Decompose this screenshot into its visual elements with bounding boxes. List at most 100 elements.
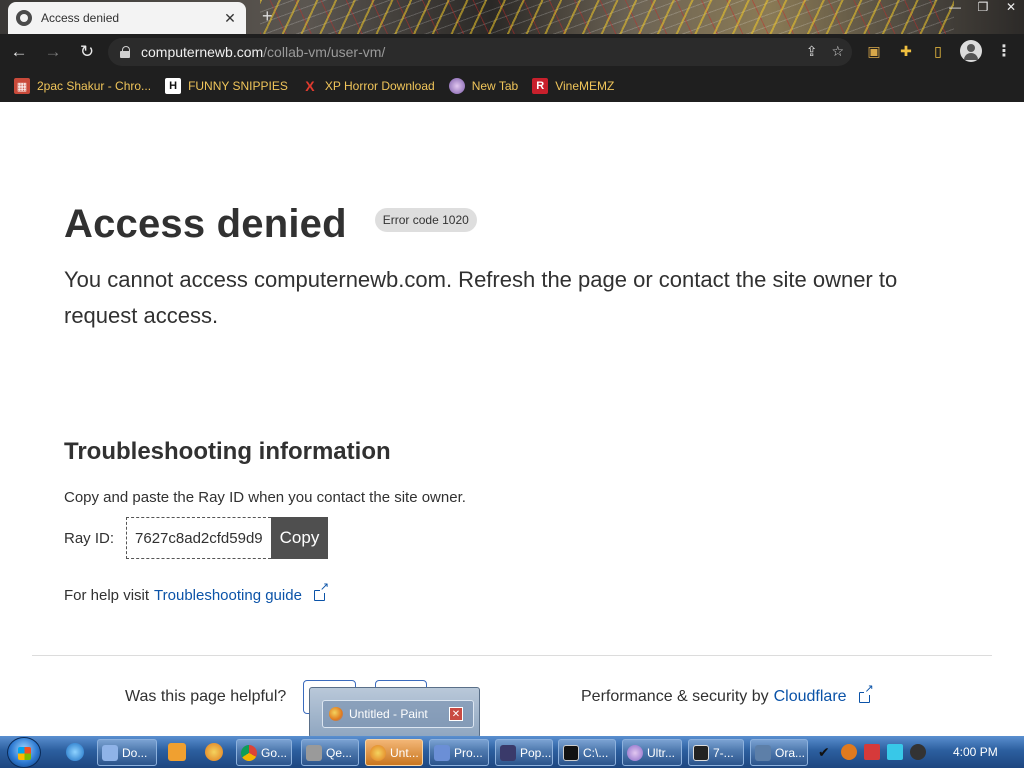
tray-flag-icon[interactable] [864, 744, 880, 760]
back-icon[interactable]: ← [4, 37, 34, 67]
taskbar-label: Pop... [520, 745, 552, 760]
taskbar-label: Qe... [326, 745, 353, 760]
tray-check-icon[interactable]: ✔ [818, 744, 834, 760]
help-prefix: For help visit [64, 587, 150, 604]
document-icon [102, 744, 118, 761]
theme-background [260, 0, 954, 34]
command-prompt-icon [563, 744, 579, 761]
qemu-icon [306, 744, 322, 761]
profile-avatar-icon[interactable] [960, 40, 982, 62]
paint-quicklaunch-icon[interactable] [205, 743, 223, 761]
windows-taskbar: Do... Go... Qe... Unt... Pro... Pop... C… [0, 736, 1024, 768]
bookmark-r-icon: R [532, 78, 549, 94]
program-icon [434, 744, 450, 761]
taskbar-label: Unt... [390, 745, 419, 760]
bookmark-label: XP Horror Download [324, 79, 435, 93]
bookmark-funny-snippies[interactable]: H FUNNY SNIPPIES [165, 78, 288, 94]
bookmark-x-icon: X [305, 78, 315, 94]
thumbnail-close-icon[interactable]: ✕ [449, 707, 463, 721]
virtualbox-icon [755, 744, 771, 761]
ultra-icon [627, 744, 643, 761]
external-link-icon[interactable] [858, 683, 874, 703]
tray-monitor-icon[interactable] [887, 744, 903, 760]
tab-favicon-icon [16, 10, 32, 26]
ray-id-label: Ray ID: [64, 529, 115, 547]
media-player-icon[interactable] [168, 743, 186, 761]
url-text[interactable]: computernewb.com/collab-vm/user-vm/ [141, 44, 385, 60]
thumbnail-title: Untitled - Paint [349, 707, 428, 721]
taskbar-thumbnail-preview[interactable]: Untitled - Paint ✕ [309, 687, 480, 738]
bookmark-label: 2pac Shakur - Chro... [37, 79, 152, 93]
ray-id-row: Ray ID: 7627c8ad2cfd59d9 Copy [64, 517, 329, 559]
taskbar-label: Pro... [454, 745, 483, 760]
error-code-badge: Error code 1020 [374, 207, 477, 232]
bookmark-label: New Tab [471, 79, 519, 93]
bookmark-xp-horror[interactable]: X XP Horror Download [302, 78, 435, 94]
tray-search-icon[interactable] [841, 744, 857, 760]
bookmark-label: FUNNY SNIPPIES [188, 79, 288, 93]
taskbar-button-oracle[interactable]: Ora... [750, 739, 808, 766]
taskbar-label: Ora... [775, 745, 806, 760]
taskbar-button-qemu[interactable]: Qe... [301, 739, 359, 766]
taskbar-button-paint[interactable]: Unt... [365, 739, 423, 766]
browser-titlebar: Access denied ✕ + — ❐ ✕ [0, 0, 1024, 34]
extension-dog-icon[interactable]: ▣ [864, 41, 884, 61]
taskbar-label: C:\... [583, 745, 609, 760]
side-panel-icon[interactable]: ▯ [928, 41, 948, 61]
bookmark-image-icon: ▦ [14, 78, 30, 94]
close-window-icon[interactable]: ✕ [1004, 0, 1018, 14]
taskbar-label: Go... [261, 745, 288, 760]
window-controls: — ❐ ✕ [948, 0, 1018, 14]
taskbar-button-7zip[interactable]: 7-... [688, 739, 744, 766]
paint-icon [329, 707, 343, 721]
troubleshooting-guide-link[interactable]: Troubleshooting guide [154, 587, 302, 604]
performance-credit: Performance & security by Cloudflare [581, 683, 874, 706]
url-host: computernewb.com [141, 44, 264, 60]
tab-close-icon[interactable]: ✕ [222, 10, 238, 27]
taskbar-button-cmd[interactable]: C:\... [558, 739, 616, 766]
taskbar-button-document[interactable]: Do... [97, 739, 157, 766]
taskbar-button-program[interactable]: Pro... [429, 739, 489, 766]
copy-ray-hint: Copy and paste the Ray ID when you conta… [64, 489, 466, 506]
address-bar[interactable]: computernewb.com/collab-vm/user-vm/ ⇪ ☆ [108, 38, 852, 66]
bookmark-2pac[interactable]: ▦ 2pac Shakur - Chro... [14, 78, 151, 94]
external-link-icon[interactable] [313, 582, 329, 601]
tray-volume-icon[interactable] [910, 744, 926, 760]
footer-divider [32, 655, 992, 656]
perf-prefix: Performance & security by [581, 688, 769, 705]
bookmark-h-icon: H [165, 78, 182, 94]
bookmark-vinememz[interactable]: R VineMEMZ [532, 78, 614, 94]
lock-icon[interactable] [120, 46, 130, 58]
new-tab-icon[interactable]: + [262, 7, 273, 25]
taskbar-label: Ultr... [647, 745, 676, 760]
bookmark-label: VineMEMZ [555, 79, 615, 93]
taskbar-button-chrome[interactable]: Go... [236, 739, 292, 766]
bookmark-star-icon[interactable]: ☆ [831, 43, 844, 60]
menu-kebab-icon[interactable]: ⋮ [994, 41, 1014, 61]
copy-button[interactable]: Copy [270, 517, 329, 559]
cloudflare-link[interactable]: Cloudflare [774, 688, 847, 706]
ray-id-value[interactable]: 7627c8ad2cfd59d9 [126, 517, 271, 559]
share-icon[interactable]: ⇪ [806, 43, 818, 60]
troubleshooting-heading: Troubleshooting information [64, 438, 391, 465]
taskbar-button-popup[interactable]: Pop... [495, 739, 553, 766]
ie-quicklaunch-icon[interactable] [66, 743, 84, 761]
restore-icon[interactable]: ❐ [976, 0, 990, 14]
chrome-icon [241, 744, 257, 761]
taskbar-button-ultra[interactable]: Ultr... [622, 739, 682, 766]
forward-icon[interactable]: → [38, 37, 68, 67]
browser-tab[interactable]: Access denied ✕ [8, 2, 246, 34]
taskbar-label: 7-... [713, 745, 734, 760]
extensions-puzzle-icon[interactable]: ✚ [896, 41, 916, 61]
extensions-area: ▣ ✚ ▯ ⋮ [864, 40, 1014, 62]
system-tray: ✔ [818, 744, 926, 760]
popup-icon [500, 744, 516, 761]
start-button-icon[interactable] [7, 737, 41, 768]
7zip-icon [693, 744, 709, 761]
reload-icon[interactable]: ↻ [72, 37, 102, 67]
helpful-question: Was this page helpful? [125, 688, 287, 705]
bookmark-new-tab[interactable]: New Tab [448, 78, 519, 94]
url-path: /collab-vm/user-vm/ [263, 44, 386, 60]
minimize-icon[interactable]: — [948, 0, 962, 14]
taskbar-label: Do... [122, 745, 148, 760]
